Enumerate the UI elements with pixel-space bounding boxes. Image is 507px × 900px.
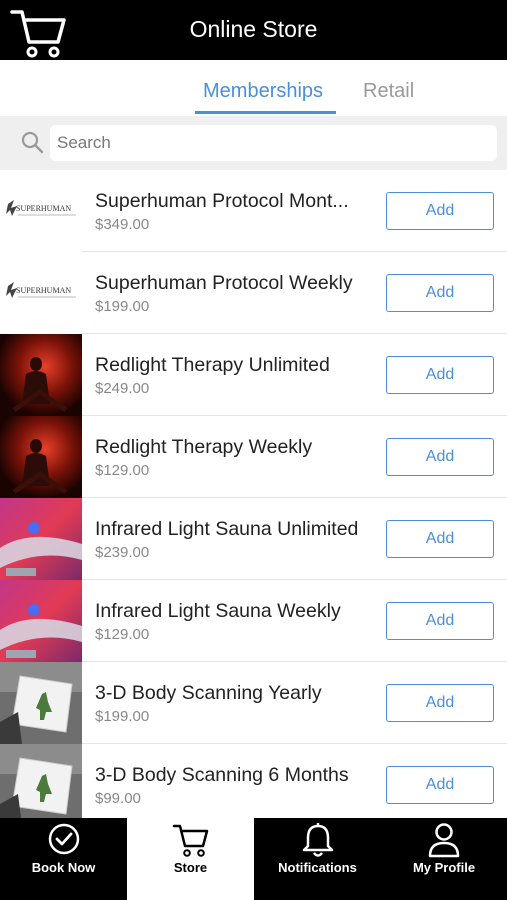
sauna-photo: [0, 580, 82, 662]
list-item[interactable]: 3-D Body Scanning Yearly $199.00 Add: [0, 662, 507, 744]
product-name: Superhuman Protocol Weekly: [95, 272, 353, 294]
product-price: $349.00: [95, 216, 150, 233]
product-name: Redlight Therapy Unlimited: [95, 354, 330, 376]
body-scan-photo: [0, 744, 82, 818]
add-button[interactable]: Add: [386, 602, 494, 640]
product-price: $249.00: [95, 380, 150, 397]
superhuman-logo: SUPERHUMAN: [0, 252, 82, 334]
active-tab-indicator: [195, 111, 336, 114]
add-button[interactable]: Add: [386, 356, 494, 394]
list-item[interactable]: Infrared Light Sauna Unlimited $239.00 A…: [0, 498, 507, 580]
list-item[interactable]: Redlight Therapy Unlimited $249.00 Add: [0, 334, 507, 416]
check-circle-icon: [48, 823, 79, 855]
add-button[interactable]: Add: [386, 274, 494, 312]
list-item[interactable]: SUPERHUMAN Superhuman Protocol Mont... $…: [0, 170, 507, 252]
product-price: $199.00: [95, 708, 150, 725]
svg-text:SUPERHUMAN: SUPERHUMAN: [16, 204, 71, 213]
sauna-photo: [0, 498, 82, 580]
tab-memberships[interactable]: Memberships: [203, 80, 323, 103]
list-item[interactable]: 3-D Body Scanning 6 Months $99.00 Add: [0, 744, 507, 818]
product-name: Infrared Light Sauna Weekly: [95, 600, 341, 622]
tab-bar: Memberships Retail: [0, 60, 507, 116]
nav-store[interactable]: Store: [127, 818, 254, 900]
search-input[interactable]: [50, 125, 497, 161]
nav-book-now[interactable]: Book Now: [0, 818, 127, 900]
product-price: $199.00: [95, 298, 150, 315]
bottom-nav: Book Now Store Notifications My Profile: [0, 818, 507, 900]
nav-notifications[interactable]: Notifications: [254, 818, 381, 900]
page-title: Online Store: [189, 16, 318, 42]
product-name: Superhuman Protocol Mont...: [95, 190, 349, 212]
add-button[interactable]: Add: [386, 684, 494, 722]
list-item[interactable]: Redlight Therapy Weekly $129.00 Add: [0, 416, 507, 498]
redlight-photo: [0, 334, 82, 416]
body-scan-photo: [0, 662, 82, 744]
nav-label: Store: [173, 860, 208, 875]
product-name: Infrared Light Sauna Unlimited: [95, 518, 359, 540]
bell-icon: [302, 823, 333, 857]
search-icon: [21, 131, 44, 154]
svg-text:SUPERHUMAN: SUPERHUMAN: [16, 286, 71, 295]
product-price: $99.00: [95, 790, 141, 807]
superhuman-logo: SUPERHUMAN: [0, 170, 82, 252]
cart-icon: [172, 824, 208, 857]
add-button[interactable]: Add: [386, 438, 494, 476]
add-button[interactable]: Add: [386, 192, 494, 230]
product-name: Redlight Therapy Weekly: [95, 436, 313, 458]
nav-label: My Profile: [412, 860, 476, 875]
product-name: 3-D Body Scanning 6 Months: [95, 764, 349, 786]
nav-my-profile[interactable]: My Profile: [381, 818, 507, 900]
nav-label: Notifications: [278, 860, 357, 875]
product-name: 3-D Body Scanning Yearly: [95, 682, 322, 704]
product-price: $239.00: [95, 544, 150, 561]
add-button[interactable]: Add: [386, 766, 494, 804]
nav-label: Book Now: [31, 860, 96, 875]
redlight-photo: [0, 416, 82, 498]
top-bar: Online Store: [0, 0, 507, 60]
list-item[interactable]: Infrared Light Sauna Weekly $129.00 Add: [0, 580, 507, 662]
search-bar: [0, 116, 507, 170]
add-button[interactable]: Add: [386, 520, 494, 558]
list-item[interactable]: SUPERHUMAN Superhuman Protocol Weekly $1…: [0, 252, 507, 334]
product-list: SUPERHUMAN Superhuman Protocol Mont... $…: [0, 170, 507, 818]
product-price: $129.00: [95, 462, 150, 479]
person-icon: [428, 823, 460, 858]
product-price: $129.00: [95, 626, 150, 643]
tab-retail[interactable]: Retail: [363, 80, 414, 103]
